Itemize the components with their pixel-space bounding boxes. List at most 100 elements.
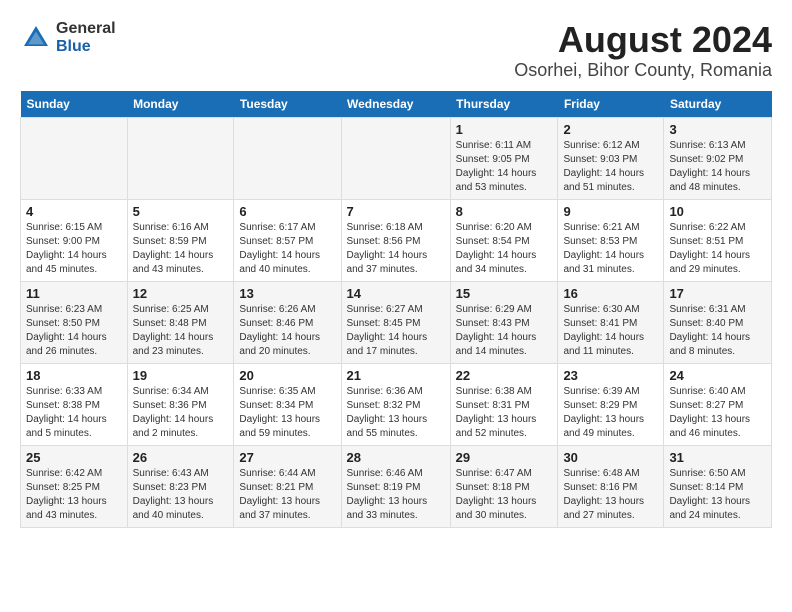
day-detail: Sunrise: 6:12 AM Sunset: 9:03 PM Dayligh…: [563, 140, 644, 193]
calendar-cell: 18 Sunrise: 6:33 AM Sunset: 8:38 PM Dayli…: [21, 363, 128, 445]
day-number: 11: [26, 286, 122, 301]
calendar-cell: 22Sunrise: 6:38 AM Sunset: 8:31 PM Dayli…: [450, 363, 558, 445]
calendar-cell: 31 Sunrise: 6:50 AM Sunset: 8:14 PM Dayli…: [664, 445, 772, 527]
day-detail: Sunrise: 6:26 AM Sunset: 8:46 PM Dayligh…: [239, 304, 320, 357]
calendar-cell: 11 Sunrise: 6:23 AM Sunset: 8:50 PM Dayli…: [21, 281, 128, 363]
day-number: 1: [456, 122, 553, 137]
calendar-cell: 21 Sunrise: 6:36 AM Sunset: 8:32 PM Dayli…: [341, 363, 450, 445]
calendar-cell: 4Sunrise: 6:15 AM Sunset: 9:00 PM Daylig…: [21, 199, 128, 281]
day-detail: Sunrise: 6:13 AM Sunset: 9:02 PM Dayligh…: [669, 140, 750, 193]
day-number: 25: [26, 450, 122, 465]
calendar-week-row: 25 Sunrise: 6:42 AM Sunset: 8:25 PM Dayli…: [21, 445, 772, 527]
day-detail: Sunrise: 6:23 AM Sunset: 8:50 PM Dayligh…: [26, 304, 107, 357]
day-detail: Sunrise: 6:31 AM Sunset: 8:40 PM Dayligh…: [669, 304, 750, 357]
calendar-cell: 26 Sunrise: 6:43 AM Sunset: 8:23 PM Dayli…: [127, 445, 234, 527]
calendar-cell: 25 Sunrise: 6:42 AM Sunset: 8:25 PM Dayli…: [21, 445, 128, 527]
calendar-cell: 1 Sunrise: 6:11 AM Sunset: 9:05 PM Daylig…: [450, 117, 558, 199]
calendar-cell: 8Sunrise: 6:20 AM Sunset: 8:54 PM Daylig…: [450, 199, 558, 281]
day-number: 17: [669, 286, 766, 301]
day-detail: Sunrise: 6:11 AM Sunset: 9:05 PM Dayligh…: [456, 140, 537, 193]
day-detail: Sunrise: 6:16 AM Sunset: 8:59 PM Dayligh…: [133, 222, 214, 275]
calendar-week-row: 11 Sunrise: 6:23 AM Sunset: 8:50 PM Dayli…: [21, 281, 772, 363]
day-detail: Sunrise: 6:35 AM Sunset: 8:34 PM Dayligh…: [239, 386, 320, 439]
calendar-cell: 9Sunrise: 6:21 AM Sunset: 8:53 PM Daylig…: [558, 199, 664, 281]
day-number: 29: [456, 450, 553, 465]
calendar-cell: 28 Sunrise: 6:46 AM Sunset: 8:19 PM Dayli…: [341, 445, 450, 527]
day-detail: Sunrise: 6:18 AM Sunset: 8:56 PM Dayligh…: [347, 222, 428, 275]
day-number: 26: [133, 450, 229, 465]
day-number: 31: [669, 450, 766, 465]
day-number: 4: [26, 204, 122, 219]
day-detail: Sunrise: 6:50 AM Sunset: 8:14 PM Dayligh…: [669, 468, 750, 521]
calendar-week-row: 18 Sunrise: 6:33 AM Sunset: 8:38 PM Dayli…: [21, 363, 772, 445]
weekday-header: Thursday: [450, 91, 558, 118]
day-number: 13: [239, 286, 335, 301]
calendar-cell: 29 Sunrise: 6:47 AM Sunset: 8:18 PM Dayli…: [450, 445, 558, 527]
weekday-header: Saturday: [664, 91, 772, 118]
day-detail: Sunrise: 6:44 AM Sunset: 8:21 PM Dayligh…: [239, 468, 320, 521]
day-number: 30: [563, 450, 658, 465]
day-number: 2: [563, 122, 658, 137]
calendar-cell: [127, 117, 234, 199]
day-detail: Sunrise: 6:48 AM Sunset: 8:16 PM Dayligh…: [563, 468, 644, 521]
calendar-week-row: 4Sunrise: 6:15 AM Sunset: 9:00 PM Daylig…: [21, 199, 772, 281]
calendar-cell: 23Sunrise: 6:39 AM Sunset: 8:29 PM Dayli…: [558, 363, 664, 445]
calendar-cell: [341, 117, 450, 199]
day-detail: Sunrise: 6:43 AM Sunset: 8:23 PM Dayligh…: [133, 468, 214, 521]
page-subtitle: Osorhei, Bihor County, Romania: [514, 60, 772, 81]
calendar-cell: 12 Sunrise: 6:25 AM Sunset: 8:48 PM Dayli…: [127, 281, 234, 363]
logo-general: General: [56, 20, 116, 38]
calendar-cell: 30 Sunrise: 6:48 AM Sunset: 8:16 PM Dayli…: [558, 445, 664, 527]
day-number: 22: [456, 368, 553, 383]
calendar-cell: 13 Sunrise: 6:26 AM Sunset: 8:46 PM Dayli…: [234, 281, 341, 363]
calendar-cell: 20Sunrise: 6:35 AM Sunset: 8:34 PM Dayli…: [234, 363, 341, 445]
day-number: 9: [563, 204, 658, 219]
page-header: General Blue August 2024 Osorhei, Bihor …: [20, 20, 772, 81]
day-number: 6: [239, 204, 335, 219]
day-detail: Sunrise: 6:20 AM Sunset: 8:54 PM Dayligh…: [456, 222, 537, 275]
weekday-header: Tuesday: [234, 91, 341, 118]
calendar-cell: 15 Sunrise: 6:29 AM Sunset: 8:43 PM Dayli…: [450, 281, 558, 363]
day-number: 14: [347, 286, 445, 301]
day-detail: Sunrise: 6:39 AM Sunset: 8:29 PM Dayligh…: [563, 386, 644, 439]
day-detail: Sunrise: 6:46 AM Sunset: 8:19 PM Dayligh…: [347, 468, 428, 521]
weekday-header: Sunday: [21, 91, 128, 118]
day-number: 15: [456, 286, 553, 301]
day-detail: Sunrise: 6:42 AM Sunset: 8:25 PM Dayligh…: [26, 468, 107, 521]
calendar-table: SundayMondayTuesdayWednesdayThursdayFrid…: [20, 91, 772, 528]
day-number: 12: [133, 286, 229, 301]
day-number: 5: [133, 204, 229, 219]
day-detail: Sunrise: 6:25 AM Sunset: 8:48 PM Dayligh…: [133, 304, 214, 357]
calendar-cell: 27 Sunrise: 6:44 AM Sunset: 8:21 PM Dayli…: [234, 445, 341, 527]
day-detail: Sunrise: 6:36 AM Sunset: 8:32 PM Dayligh…: [347, 386, 428, 439]
day-number: 19: [133, 368, 229, 383]
calendar-cell: 6Sunrise: 6:17 AM Sunset: 8:57 PM Daylig…: [234, 199, 341, 281]
day-number: 10: [669, 204, 766, 219]
calendar-cell: 7 Sunrise: 6:18 AM Sunset: 8:56 PM Daylig…: [341, 199, 450, 281]
logo-icon: [20, 22, 52, 54]
day-detail: Sunrise: 6:47 AM Sunset: 8:18 PM Dayligh…: [456, 468, 537, 521]
calendar-cell: 10 Sunrise: 6:22 AM Sunset: 8:51 PM Dayli…: [664, 199, 772, 281]
calendar-cell: 17 Sunrise: 6:31 AM Sunset: 8:40 PM Dayli…: [664, 281, 772, 363]
day-detail: Sunrise: 6:29 AM Sunset: 8:43 PM Dayligh…: [456, 304, 537, 357]
calendar-cell: 2 Sunrise: 6:12 AM Sunset: 9:03 PM Daylig…: [558, 117, 664, 199]
day-number: 28: [347, 450, 445, 465]
title-block: August 2024 Osorhei, Bihor County, Roman…: [514, 20, 772, 81]
logo-blue: Blue: [56, 38, 116, 56]
calendar-cell: [234, 117, 341, 199]
day-number: 21: [347, 368, 445, 383]
day-detail: Sunrise: 6:22 AM Sunset: 8:51 PM Dayligh…: [669, 222, 750, 275]
day-detail: Sunrise: 6:40 AM Sunset: 8:27 PM Dayligh…: [669, 386, 750, 439]
calendar-cell: 19 Sunrise: 6:34 AM Sunset: 8:36 PM Dayli…: [127, 363, 234, 445]
day-number: 3: [669, 122, 766, 137]
day-detail: Sunrise: 6:27 AM Sunset: 8:45 PM Dayligh…: [347, 304, 428, 357]
day-number: 7: [347, 204, 445, 219]
day-number: 18: [26, 368, 122, 383]
day-detail: Sunrise: 6:34 AM Sunset: 8:36 PM Dayligh…: [133, 386, 214, 439]
page-title: August 2024: [514, 20, 772, 60]
calendar-cell: 24Sunrise: 6:40 AM Sunset: 8:27 PM Dayli…: [664, 363, 772, 445]
weekday-header: Friday: [558, 91, 664, 118]
day-number: 27: [239, 450, 335, 465]
day-detail: Sunrise: 6:33 AM Sunset: 8:38 PM Dayligh…: [26, 386, 107, 439]
weekday-header: Wednesday: [341, 91, 450, 118]
